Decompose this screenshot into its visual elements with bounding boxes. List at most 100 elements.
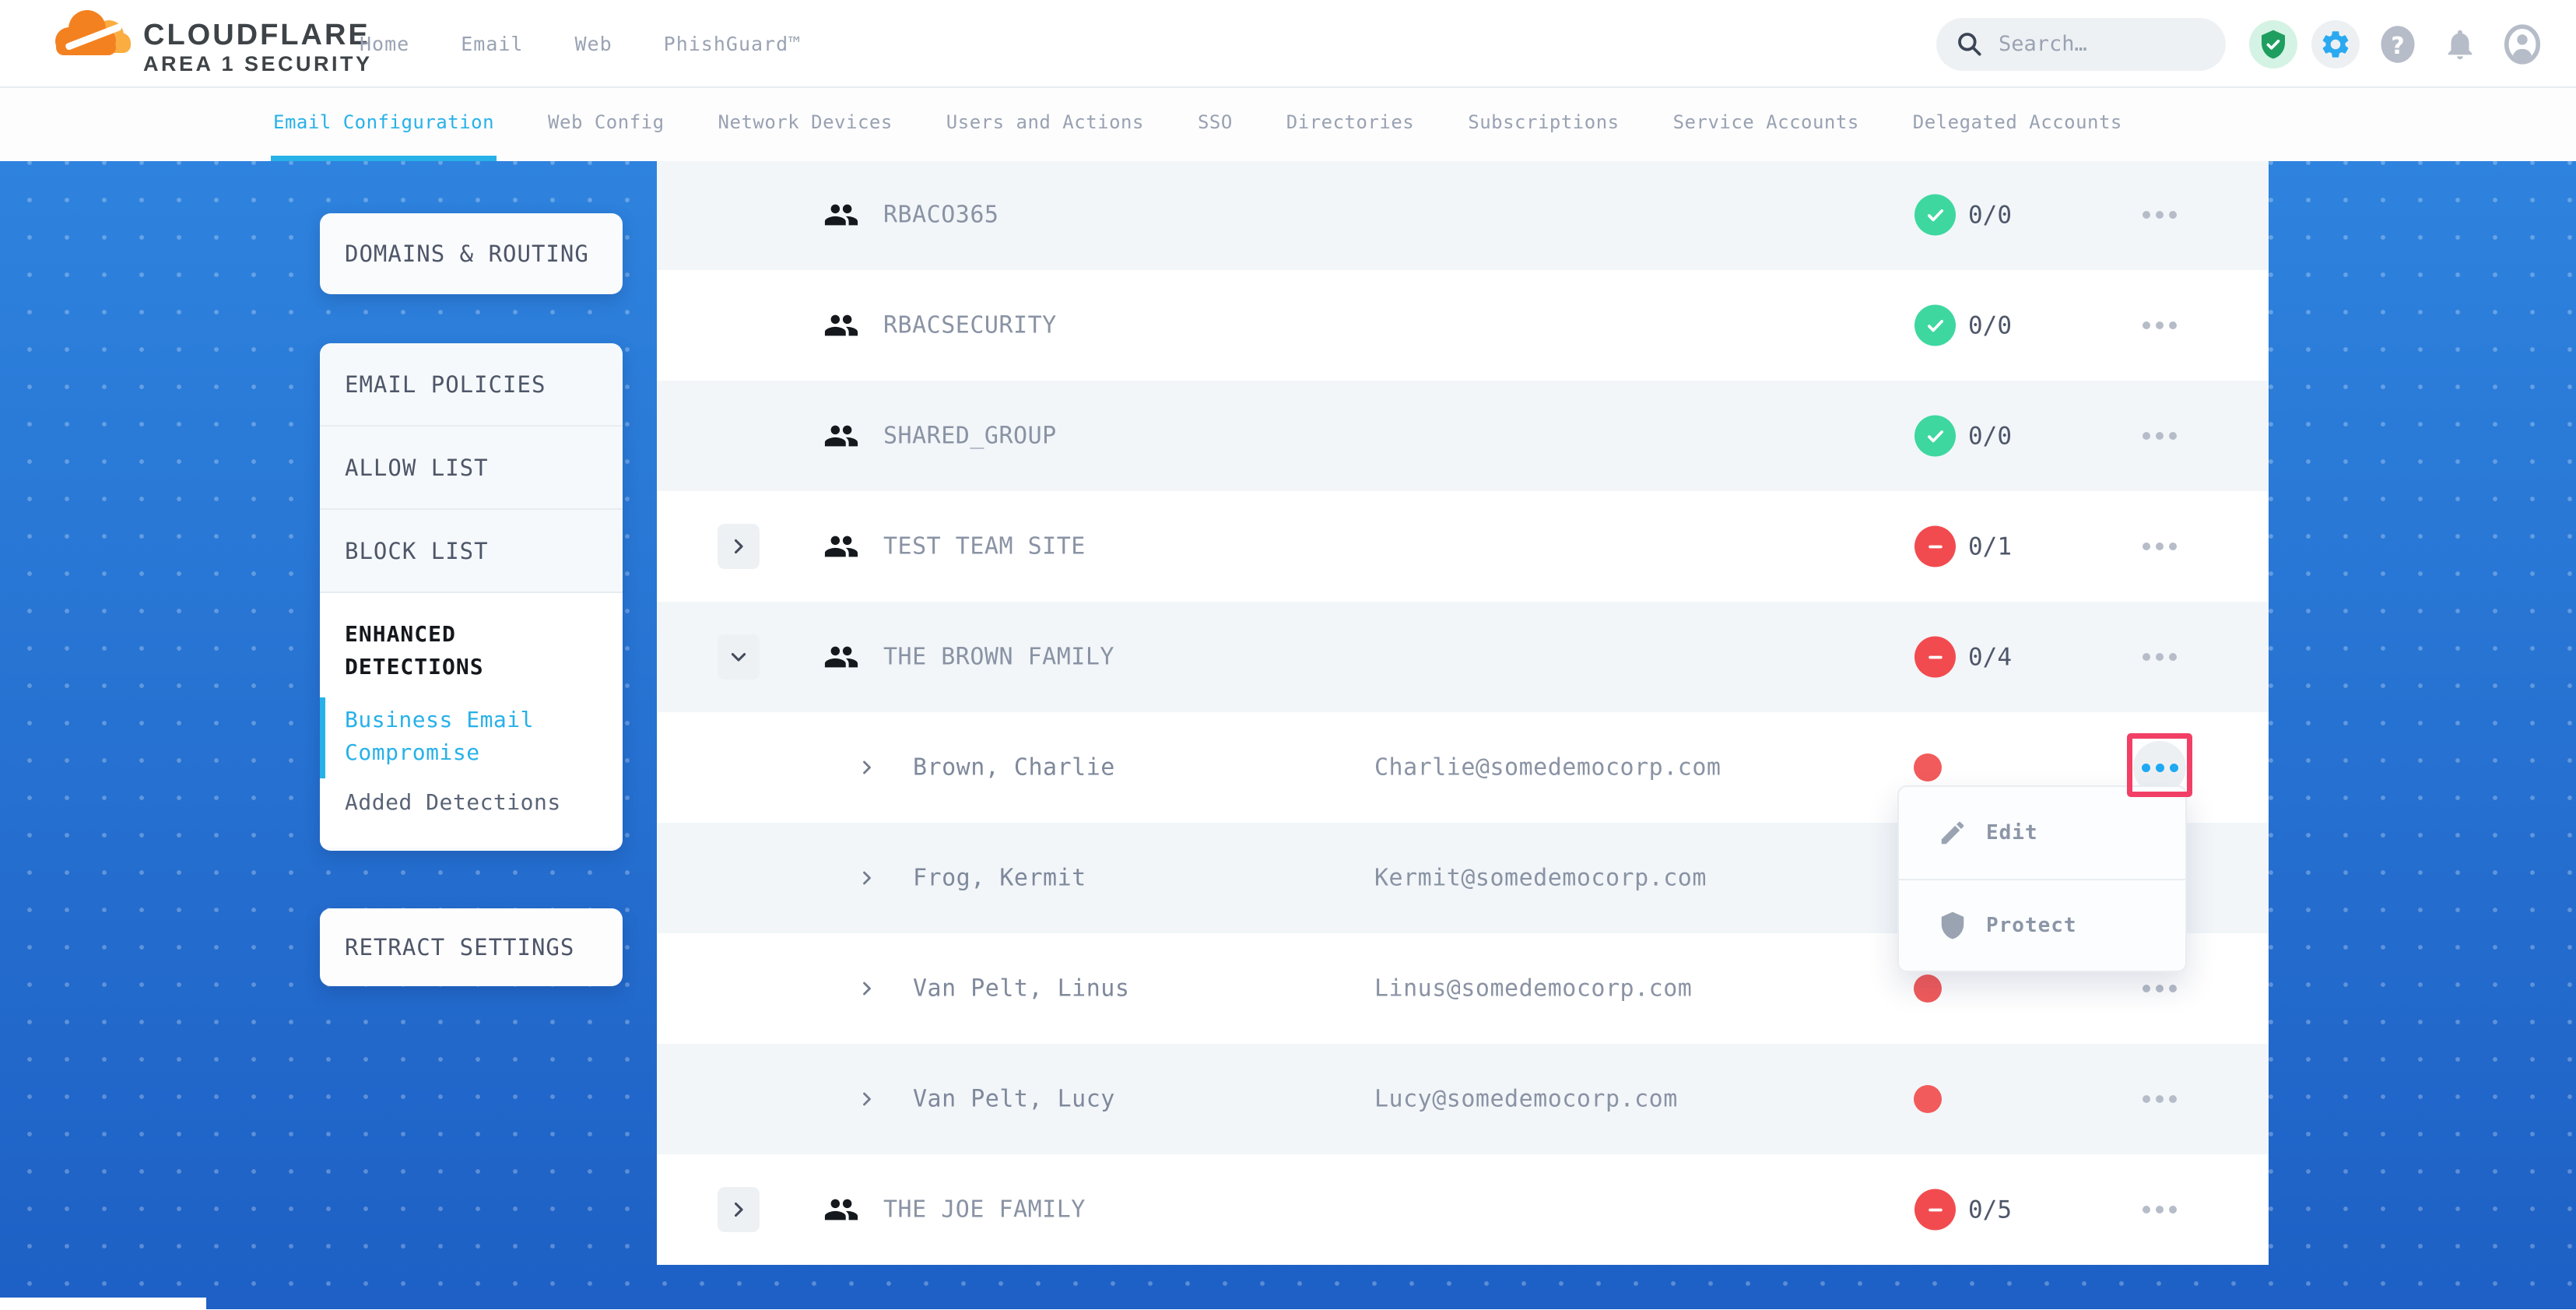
tab-sso[interactable]: SSO: [1195, 88, 1235, 161]
active-indicator-bar: [320, 697, 325, 778]
cloudflare-cloud-icon: [47, 5, 132, 66]
chevron-right-icon[interactable]: [858, 979, 876, 998]
header-icon-buttons: ?: [2249, 20, 2546, 68]
protection-status-badge: 0/0: [1914, 416, 2012, 457]
minus-circle-icon: [1914, 637, 1956, 678]
search-box[interactable]: [1936, 18, 2226, 71]
nav-item-web[interactable]: Web: [574, 33, 612, 55]
more-actions-button[interactable]: [2133, 630, 2186, 683]
nav-item-home[interactable]: Home: [360, 33, 409, 55]
sidebar-item-domains-routing[interactable]: DOMAINS & ROUTING: [320, 213, 623, 294]
user-name: Frog, Kermit: [913, 865, 1086, 892]
top-header: CLOUDFLARE AREA 1 SECURITY Home Email Web P…: [0, 0, 2576, 88]
group-row: THE JOE FAMILY 0/5: [657, 1154, 2269, 1265]
sidebar-item-business-email-compromise[interactable]: Business Email Compromise: [345, 704, 594, 769]
settings-icon[interactable]: [2311, 20, 2360, 68]
group-name: TEST TEAM SITE: [883, 533, 1086, 560]
brand-subtitle: AREA 1 SECURITY: [143, 51, 373, 77]
svg-text:?: ?: [2391, 32, 2404, 59]
nav-item-email[interactable]: Email: [461, 33, 523, 55]
sidebar-enhanced-detections-section: ENHANCED DETECTIONS Business Email Compr…: [320, 593, 623, 848]
minus-circle-icon: [1914, 1189, 1956, 1231]
tab-network-devices[interactable]: Network Devices: [716, 88, 895, 161]
sidebar-item-block-list[interactable]: BLOCK LIST: [320, 510, 623, 593]
chevron-right-icon[interactable]: [858, 869, 876, 887]
tab-delegated-accounts[interactable]: Delegated Accounts: [1911, 88, 2125, 161]
sidebar-card-policies: EMAIL POLICIESALLOW LISTBLOCK LIST ENHAN…: [320, 343, 623, 851]
group-name: THE JOE FAMILY: [883, 1196, 1086, 1224]
bottom-left-strip: [0, 1298, 206, 1310]
unprotected-dot-icon: [1914, 1085, 1942, 1113]
more-actions-button[interactable]: [2133, 409, 2186, 462]
sidebar-item-retract-settings[interactable]: RETRACT SETTINGS: [320, 908, 623, 986]
tab-subscriptions[interactable]: Subscriptions: [1465, 88, 1621, 161]
protection-count: 0/0: [1968, 422, 2012, 450]
protection-count: 0/4: [1968, 643, 2012, 671]
sidebar-item-label: Business Email Compromise: [345, 707, 534, 765]
protection-status-badge: 0/0: [1914, 305, 2012, 346]
brand-title: CLOUDFLARE: [143, 19, 373, 51]
group-name: SHARED_GROUP: [883, 423, 1057, 450]
more-actions-button[interactable]: [2133, 299, 2186, 352]
menu-item-protect[interactable]: Protect: [1899, 879, 2185, 971]
tab-web-config[interactable]: Web Config: [546, 88, 667, 161]
more-actions-button[interactable]: [2133, 520, 2186, 573]
shield-icon: [1938, 911, 1967, 940]
chevron-right-icon[interactable]: [858, 758, 876, 777]
content-area: DOMAINS & ROUTING EMAIL POLICIESALLOW LI…: [0, 161, 2576, 1309]
protection-status-badge: 0/0: [1914, 195, 2012, 236]
protection-count: 0/0: [1968, 311, 2012, 339]
collapse-group-button[interactable]: [718, 634, 760, 680]
menu-item-label: Protect: [1986, 914, 2077, 937]
group-icon: [823, 1192, 859, 1227]
chevron-down-icon: [728, 646, 749, 668]
group-row: RBACSECURITY 0/0: [657, 270, 2269, 381]
user-row: Van Pelt, LucyLucy@somedemocorp.com: [657, 1044, 2269, 1154]
protection-status-badge: 0/4: [1914, 637, 2012, 678]
account-icon[interactable]: [2498, 20, 2546, 68]
search-input[interactable]: [1999, 32, 2207, 56]
group-row: SHARED_GROUP 0/0: [657, 381, 2269, 491]
notifications-icon[interactable]: [2436, 20, 2484, 68]
user-name: Van Pelt, Lucy: [913, 1086, 1115, 1113]
sidebar-item-enhanced-detections[interactable]: ENHANCED DETECTIONS: [345, 618, 586, 683]
chevron-right-icon: [728, 536, 749, 557]
section-tabs: Email Configuration Web Config Network Dev…: [0, 88, 2576, 161]
shield-check-icon[interactable]: [2249, 20, 2297, 68]
minus-circle-icon: [1914, 526, 1956, 567]
chevron-right-icon[interactable]: [858, 1090, 876, 1108]
protection-status-badge: 0/5: [1914, 1189, 2012, 1231]
highlight-annotation-box: [2127, 733, 2192, 797]
more-actions-button[interactable]: [2133, 1183, 2186, 1236]
row-context-menu: Edit Protect: [1897, 785, 2187, 972]
check-circle-icon: [1914, 305, 1956, 346]
expand-group-button[interactable]: [718, 524, 760, 569]
expand-group-button[interactable]: [718, 1187, 760, 1232]
nav-item-phishguard[interactable]: PhishGuard™: [664, 33, 802, 55]
protection-count: 0/5: [1968, 1196, 2012, 1224]
group-row: RBACO3650/0: [657, 160, 2269, 270]
group-icon: [823, 307, 859, 343]
tab-service-accounts[interactable]: Service Accounts: [1671, 88, 1862, 161]
check-circle-icon: [1914, 416, 1956, 457]
tab-directories[interactable]: Directories: [1284, 88, 1416, 161]
group-name: RBACSECURITY: [883, 312, 1057, 339]
sidebar-item-allow-list[interactable]: ALLOW LIST: [320, 427, 623, 510]
brand-logo: CLOUDFLARE AREA 1 SECURITY: [47, 5, 373, 77]
group-name: THE BROWN FAMILY: [883, 644, 1114, 671]
user-email: Linus@somedemocorp.com: [1374, 975, 1692, 1003]
tab-users-and-actions[interactable]: Users and Actions: [944, 88, 1146, 161]
sidebar-item-added-detections[interactable]: Added Detections: [345, 786, 594, 819]
pencil-icon: [1938, 818, 1967, 848]
sidebar-item-email-policies[interactable]: EMAIL POLICIES: [320, 343, 623, 427]
search-icon: [1955, 30, 1985, 59]
more-actions-button[interactable]: [2133, 188, 2186, 241]
group-row: THE BROWN FAMILY 0/4: [657, 602, 2269, 712]
tab-email-configuration[interactable]: Email Configuration: [271, 88, 497, 161]
user-name: Van Pelt, Linus: [913, 975, 1129, 1003]
more-actions-button[interactable]: [2133, 1073, 2186, 1126]
menu-item-edit[interactable]: Edit: [1899, 787, 2185, 879]
groups-users-table: RBACO3650/0 RBACSECURITY 0/0 SHARED_GROUP 0/…: [657, 160, 2269, 1265]
user-name: Brown, Charlie: [913, 754, 1115, 781]
help-icon[interactable]: ?: [2374, 20, 2422, 68]
